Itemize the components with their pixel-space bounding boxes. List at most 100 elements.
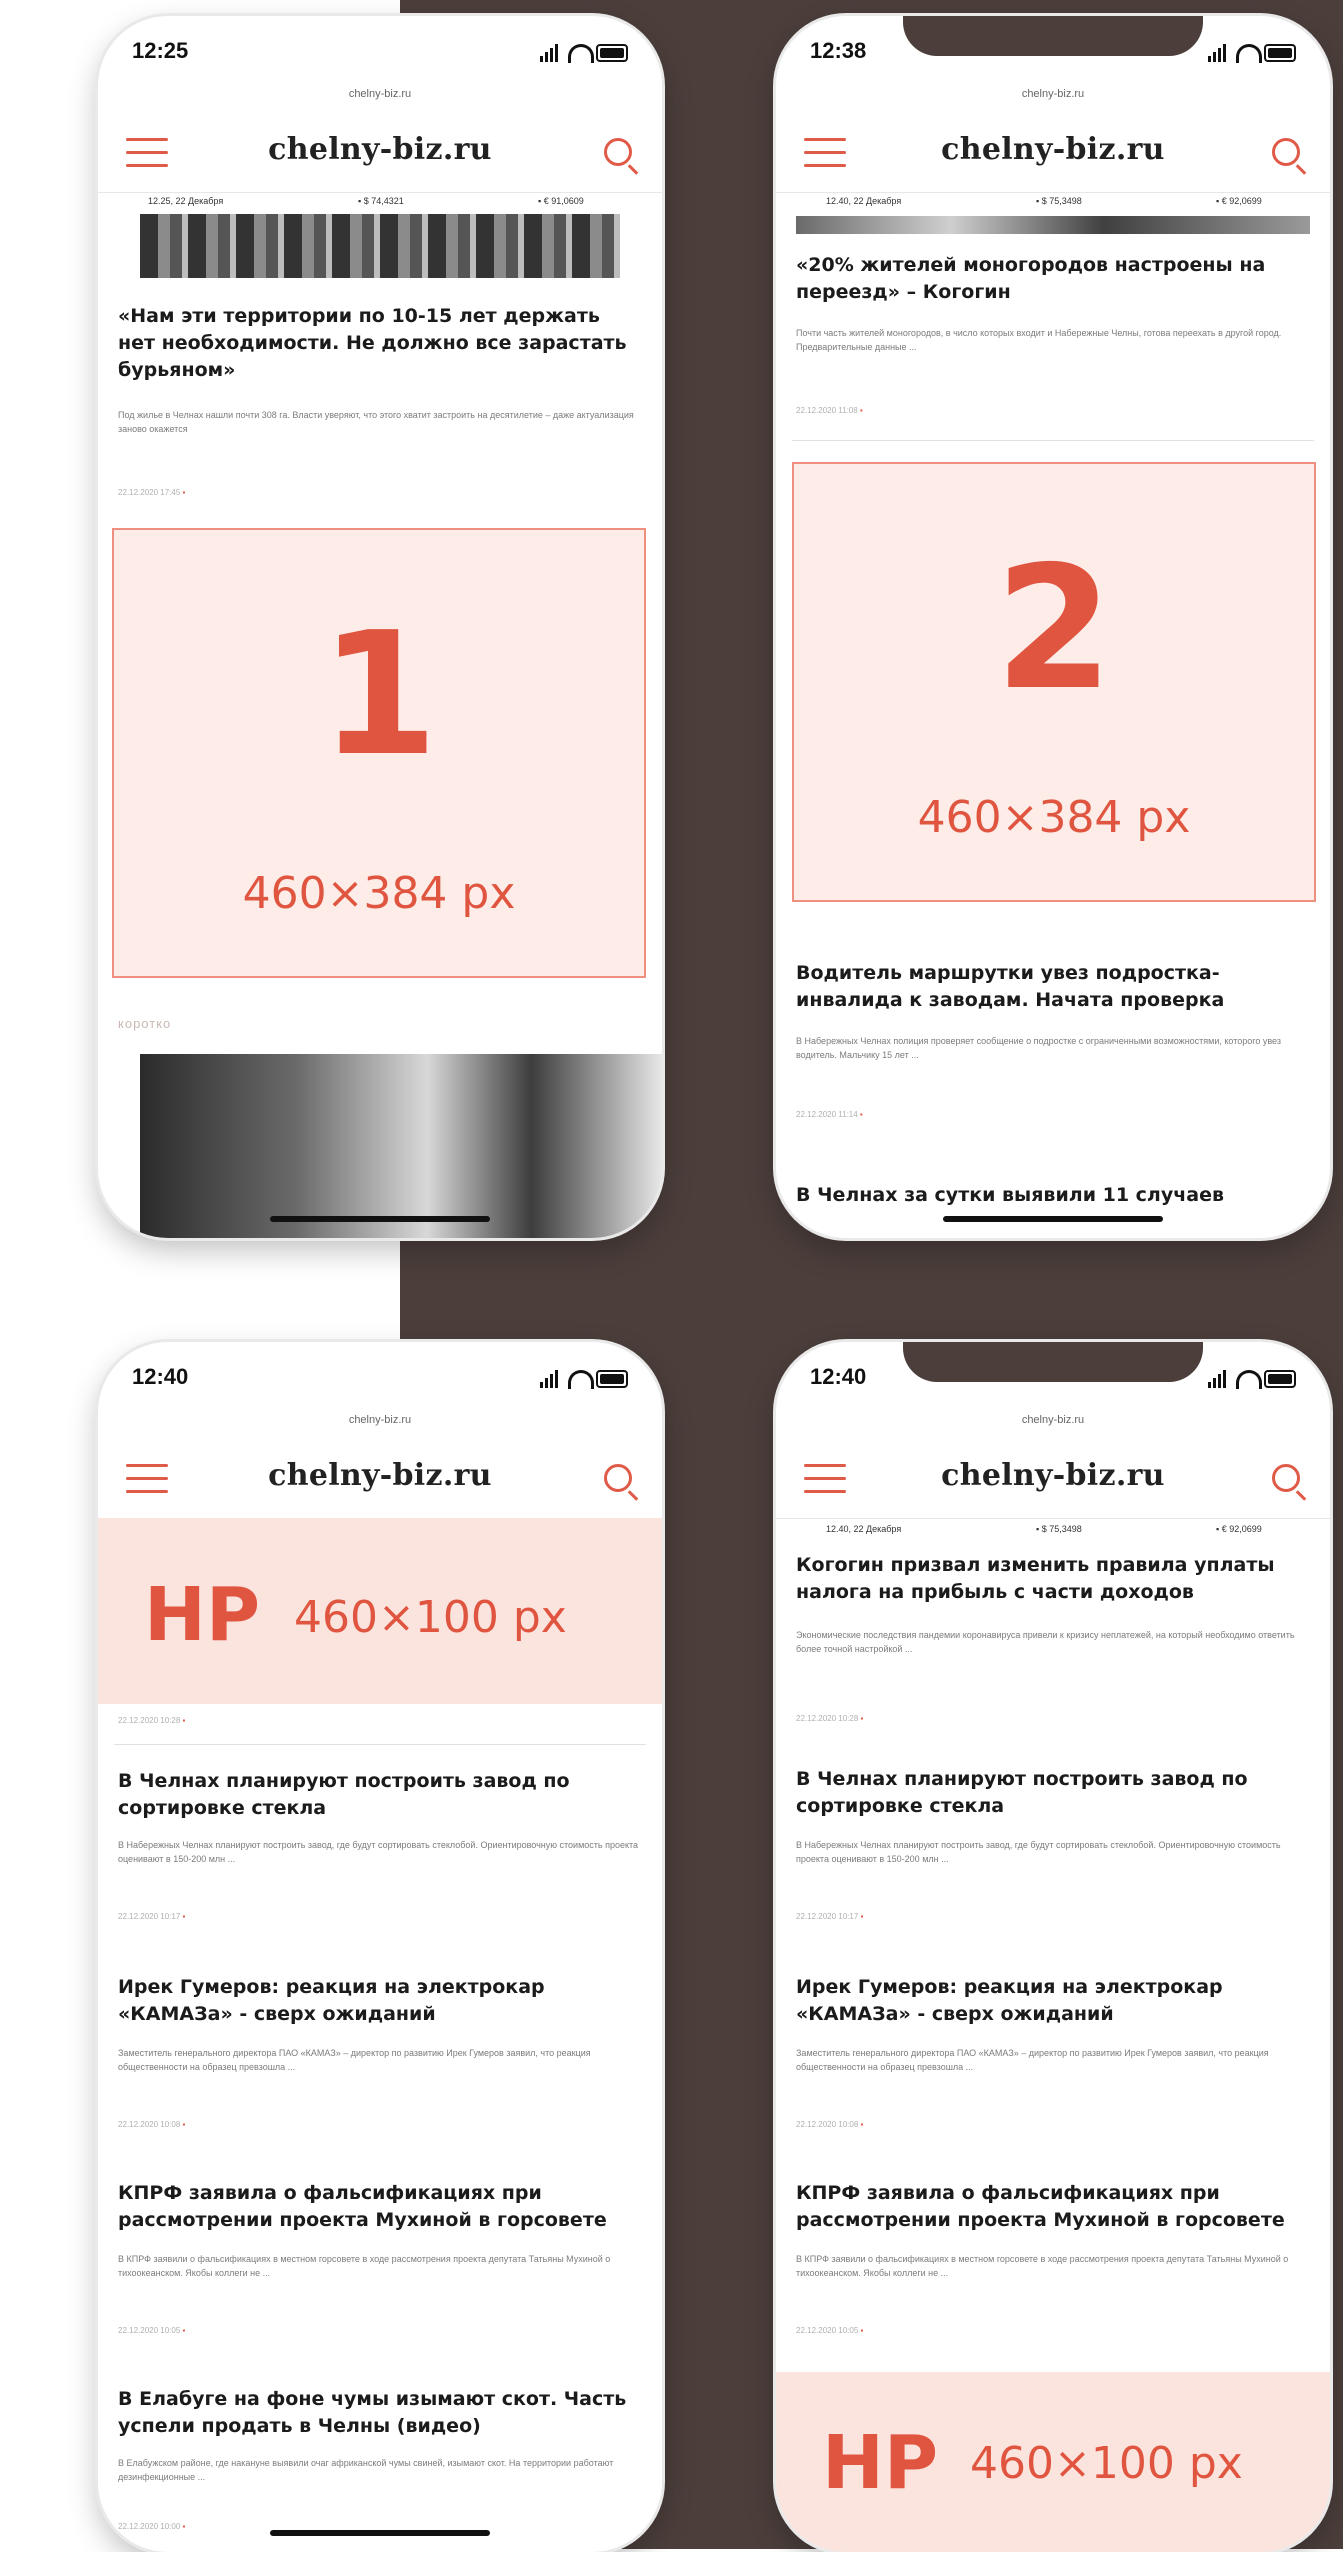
search-icon[interactable] (604, 1464, 632, 1492)
site-logo[interactable]: chelny-biz.ru (98, 132, 662, 167)
ticker-date: 12.25, 22 Декабря (148, 196, 224, 206)
site-logo[interactable]: chelny-biz.ru (776, 132, 1330, 167)
signal-icon (1208, 44, 1226, 62)
battery-icon (1264, 1370, 1296, 1388)
article-lead: В Набережных Челнах планируют построить … (796, 1840, 1281, 1864)
ad-size: 460×384 px (917, 792, 1191, 843)
article-lead: В Елабужском районе, где накануне выявил… (118, 2458, 614, 2482)
article-lead: В Набережных Челнах полиция проверяет со… (796, 1036, 1281, 1060)
article-title[interactable]: «Нам эти территории по 10-15 лет держать… (118, 303, 642, 384)
article-meta: 22.12.2020 10:17 ▪ (118, 1912, 186, 1921)
article-title[interactable]: В Елабуге на фоне чумы изымают скот. Час… (118, 2386, 642, 2440)
comment-icon: ▪ (182, 2522, 186, 2531)
status-bar: 12:40 (810, 1364, 1296, 1396)
comment-icon: ▪ (860, 2326, 864, 2335)
article-title[interactable]: В Челнах за сутки выявили 11 случаев (796, 1182, 1310, 1209)
article-lead: В Набережных Челнах планируют построить … (118, 1840, 639, 1864)
article-meta: 22.12.2020 11:14 ▪ (796, 1110, 863, 1119)
url-bar[interactable]: chelny-biz.ru (98, 88, 662, 100)
comment-icon: ▪ (182, 1716, 186, 1725)
currency-ticker: 12.25, 22 Декабря ▪ $ 74,4321 ▪ € 91,060… (138, 196, 622, 214)
article-title[interactable]: Ирек Гумеров: реакция на электрокар «КАМ… (118, 1974, 642, 2028)
site-logo[interactable]: chelny-biz.ru (776, 1458, 1330, 1493)
phone-2: 12:38 chelny-biz.ru chelny-biz.ru 12.40,… (776, 16, 1330, 1238)
ticker-date: 12.40, 22 Декабря (826, 1524, 902, 1534)
comment-icon: ▪ (860, 1912, 864, 1921)
article-title[interactable]: КПРФ заявила о фальсификациях при рассмо… (796, 2180, 1310, 2234)
article-meta: 22.12.2020 10:08 ▪ (118, 2120, 186, 2129)
signal-icon (540, 1370, 558, 1388)
article-photo[interactable] (140, 214, 620, 278)
site-logo[interactable]: chelny-biz.ru (98, 1458, 662, 1493)
article-title[interactable]: В Челнах планируют построить завод по со… (118, 1768, 642, 1822)
search-icon[interactable] (1272, 1464, 1300, 1492)
article-title[interactable]: Ирек Гумеров: реакция на электрокар «КАМ… (796, 1974, 1310, 2028)
home-indicator[interactable] (270, 2530, 490, 2536)
ad-number: 2 (994, 530, 1114, 728)
search-icon[interactable] (1272, 138, 1300, 166)
article-title[interactable]: КПРФ заявила о фальсификациях при рассмо… (118, 2180, 642, 2234)
ticker-eur: ▪ € 92,0699 (1216, 196, 1262, 206)
url-bar[interactable]: chelny-biz.ru (98, 1414, 662, 1426)
article-meta: 22.12.2020 10:05 ▪ (118, 2326, 186, 2335)
article-lead: Почти часть жителей моногородов, в число… (796, 328, 1282, 352)
status-bar: 12:40 (132, 1364, 628, 1396)
url-bar[interactable]: chelny-biz.ru (776, 88, 1330, 100)
url-bar[interactable]: chelny-biz.ru (776, 1414, 1330, 1426)
status-time: 12:40 (810, 1364, 867, 1389)
article-meta: 22.12.2020 10:08 ▪ (796, 2120, 864, 2129)
article-meta: 22.12.2020 10:28 ▪ (118, 1716, 186, 1725)
status-time: 12:38 (810, 38, 867, 63)
article-lead: В КПРФ заявили о фальсификациях в местно… (796, 2254, 1289, 2278)
hp-size: 460×100 px (294, 1592, 567, 1643)
battery-icon (596, 44, 628, 62)
section-label[interactable]: коротко (118, 1016, 171, 1031)
wifi-icon (568, 1370, 594, 1389)
home-indicator[interactable] (943, 1216, 1163, 1222)
currency-ticker: 12.40, 22 Декабря ▪ $ 75,3498 ▪ € 92,069… (816, 1524, 1290, 1542)
ad-number: 1 (319, 596, 439, 794)
phone-1: 12:25 chelny-biz.ru chelny-biz.ru 12.25,… (98, 16, 662, 1238)
article-title[interactable]: В Челнах планируют построить завод по со… (796, 1766, 1310, 1820)
article-lead: Экономические последствия пандемии корон… (796, 1630, 1295, 1654)
comment-icon: ▪ (860, 2120, 864, 2129)
article-lead: Заместитель генерального директора ПАО «… (796, 2048, 1269, 2072)
battery-icon (1264, 44, 1296, 62)
ticker-eur: ▪ € 92,0699 (1216, 1524, 1262, 1534)
section-photo[interactable] (140, 1054, 662, 1238)
wifi-icon (568, 44, 594, 63)
hp-ad-banner[interactable]: HP 460×100 px (776, 2372, 1330, 2552)
status-bar: 12:25 (132, 38, 628, 70)
ticker-date: 12.40, 22 Декабря (826, 196, 902, 206)
article-photo[interactable] (796, 216, 1310, 234)
search-icon[interactable] (604, 138, 632, 166)
hp-ad-banner[interactable]: HP 460×100 px (98, 1518, 662, 1704)
article-title[interactable]: Водитель маршрутки увез подростка-инвали… (796, 960, 1310, 1014)
ad-banner-1[interactable]: 1 460×384 px (112, 528, 646, 978)
divider (792, 440, 1314, 441)
article-lead: Под жилье в Челнах нашли почти 308 га. В… (118, 410, 634, 434)
ticker-usd: ▪ $ 74,4321 (358, 196, 404, 206)
status-bar: 12:38 (810, 38, 1296, 70)
site-header: chelny-biz.ru (98, 114, 662, 193)
phone-3: 12:40 chelny-biz.ru chelny-biz.ru HP 460… (98, 1342, 662, 2552)
status-time: 12:25 (132, 38, 189, 63)
hp-label: HP (144, 1572, 261, 1658)
ticker-usd: ▪ $ 75,3498 (1036, 1524, 1082, 1534)
article-title[interactable]: «20% жителей моногородов настроены на пе… (796, 252, 1310, 306)
article-lead: Заместитель генерального директора ПАО «… (118, 2048, 591, 2072)
ad-size: 460×384 px (242, 868, 516, 919)
comment-icon: ▪ (859, 406, 863, 415)
site-header: chelny-biz.ru (776, 114, 1330, 193)
article-meta: 22.12.2020 11:08 ▪ (796, 406, 863, 415)
currency-ticker: 12.40, 22 Декабря ▪ $ 75,3498 ▪ € 92,069… (816, 196, 1290, 214)
article-meta: 22.12.2020 10:05 ▪ (796, 2326, 864, 2335)
signal-icon (540, 44, 558, 62)
site-header: chelny-biz.ru (776, 1440, 1330, 1519)
home-indicator[interactable] (270, 1216, 490, 1222)
wifi-icon (1236, 1370, 1262, 1389)
article-title[interactable]: Когогин призвал изменить правила уплаты … (796, 1552, 1310, 1606)
signal-icon (1208, 1370, 1226, 1388)
ad-banner-2[interactable]: 2 460×384 px (792, 462, 1316, 902)
comment-icon: ▪ (182, 2120, 186, 2129)
